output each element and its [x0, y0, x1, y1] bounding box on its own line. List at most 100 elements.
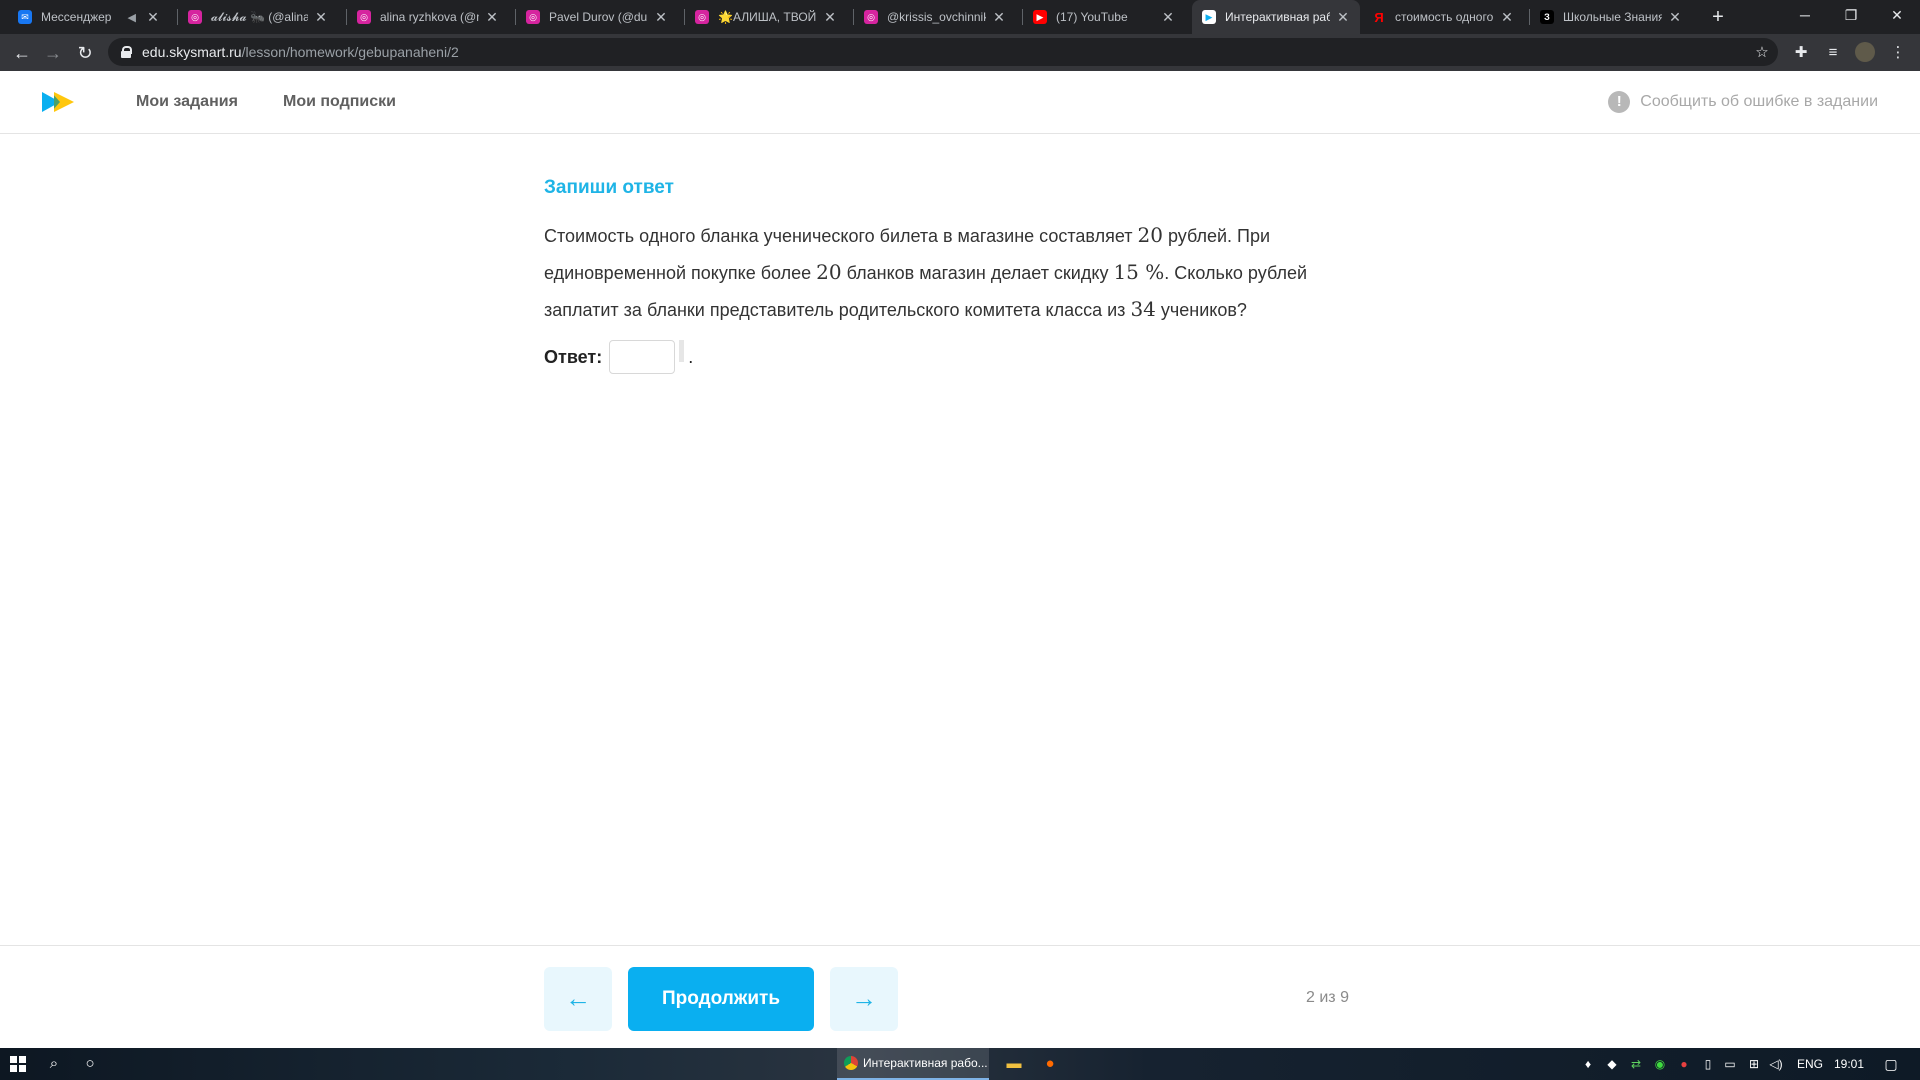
tab-youtube[interactable]: ▶ (17) YouTube ✕ — [1023, 0, 1185, 34]
tab-znania[interactable]: З Школьные Знания ✕ — [1530, 0, 1692, 34]
clock[interactable]: 19:01 — [1834, 1048, 1864, 1080]
browser-icon[interactable]: ● — [1036, 1048, 1064, 1080]
tray-status-icon[interactable]: ◉ — [1650, 1048, 1670, 1080]
close-tab-icon[interactable]: ✕ — [314, 9, 328, 26]
messenger-icon: ✉ — [18, 10, 32, 24]
tab-title: Школьные Знания — [1563, 10, 1662, 24]
extensions-icon[interactable]: ✚ — [1786, 38, 1816, 68]
address-bar[interactable]: edu.skysmart.ru/lesson/homework/gebupana… — [108, 38, 1778, 66]
url-host: edu.skysmart.ru — [142, 44, 242, 60]
close-tab-icon[interactable]: ✕ — [1336, 9, 1350, 26]
new-tab-button[interactable]: + — [1706, 5, 1730, 29]
prev-button[interactable]: ← — [544, 967, 612, 1031]
bookmark-star-icon[interactable]: ☆ — [1747, 38, 1777, 68]
youtube-icon: ▶ — [1033, 10, 1047, 24]
task-footer: ← Продолжить → 2 из 9 — [0, 945, 1920, 1048]
url-path: /lesson/homework/gebupanaheni/2 — [241, 44, 459, 60]
tab-instagram-3[interactable]: ◎ Pavel Durov (@duro ✕ — [516, 0, 678, 34]
close-tab-icon[interactable]: ✕ — [485, 9, 499, 26]
task-content: Запиши ответ Стоимость одного бланка уче… — [544, 177, 1384, 374]
exclamation-icon: ! — [1608, 91, 1631, 113]
wifi-icon[interactable]: ▭ — [1720, 1048, 1740, 1080]
restore-button[interactable]: ❐ — [1828, 0, 1874, 30]
next-button[interactable]: → — [830, 967, 898, 1031]
nav-my-subscriptions[interactable]: Мои подписки — [283, 93, 396, 111]
windows-taskbar: ⌕ ○ Интерактивная рабо... ▬ ● ♦ ◆ ⇄ ◉ ● … — [0, 1048, 1920, 1080]
tab-title: Мессенджер — [41, 10, 112, 24]
notifications-icon[interactable]: ▢ — [1876, 1048, 1906, 1080]
speaker-icon[interactable]: ◀ — [128, 11, 136, 24]
tab-title: 𝓪𝓵𝓲𝓼𝓱𝓪 🐜 (@alina — [211, 9, 308, 24]
close-tab-icon[interactable]: ✕ — [823, 9, 837, 26]
page: Мои задания Мои подписки ! Сообщить об о… — [0, 71, 1920, 1048]
profile-avatar[interactable] — [1855, 42, 1875, 62]
tab-title: alina ryzhkova (@m — [380, 10, 479, 24]
file-explorer-icon[interactable]: ▬ — [1000, 1048, 1028, 1080]
close-tab-icon[interactable]: ✕ — [992, 9, 1006, 26]
cortana-icon[interactable]: ○ — [76, 1048, 104, 1080]
report-error-label: Сообщить об ошибке в задании — [1640, 93, 1878, 110]
tray-network-icon[interactable]: ⇄ — [1626, 1048, 1646, 1080]
instagram-icon: ◎ — [188, 10, 202, 24]
tray-droplet-icon[interactable]: ♦ — [1578, 1048, 1598, 1080]
tab-title: Интерактивная раб — [1225, 10, 1330, 24]
tab-yandex[interactable]: Я стоимость одного ✕ — [1362, 0, 1524, 34]
tab-title: (17) YouTube — [1056, 10, 1128, 24]
media-control-icon[interactable]: ≡ — [1818, 38, 1848, 68]
close-tab-icon[interactable]: ✕ — [146, 9, 160, 26]
reload-button[interactable]: ↻ — [70, 38, 100, 68]
tab-instagram-1[interactable]: ◎ 𝓪𝓵𝓲𝓼𝓱𝓪 🐜 (@alina ✕ — [178, 0, 338, 34]
report-error-link[interactable]: ! Сообщить об ошибке в задании — [1608, 91, 1878, 113]
answer-input[interactable] — [609, 340, 676, 374]
windows-start-icon[interactable] — [10, 1056, 26, 1072]
skysmart-logo[interactable] — [40, 90, 76, 114]
answer-row: Ответ: . — [544, 340, 1384, 374]
back-button[interactable]: ← — [7, 38, 37, 68]
close-tab-icon[interactable]: ✕ — [1668, 9, 1682, 26]
volume-icon[interactable]: ◁) — [1766, 1048, 1786, 1080]
tab-messenger[interactable]: ✉ Мессенджер ◀ ✕ — [8, 0, 170, 34]
lock-icon[interactable] — [120, 46, 132, 58]
close-window-button[interactable]: ✕ — [1874, 0, 1920, 30]
task-text-part: Стоимость одного бланка ученического бил… — [544, 226, 1138, 246]
language-indicator[interactable]: ENG — [1797, 1048, 1823, 1080]
arrow-left-icon: ← — [565, 983, 591, 1013]
instagram-icon: ◎ — [357, 10, 371, 24]
nav-my-tasks[interactable]: Мои задания — [136, 93, 238, 111]
tab-skysmart-active[interactable]: ▶ Интерактивная раб ✕ — [1192, 0, 1360, 34]
task-number: 15 % — [1113, 260, 1165, 284]
skysmart-icon: ▶ — [1202, 10, 1216, 24]
tab-instagram-4[interactable]: ◎ 🌟АЛИША, ТВОЙ I ✕ — [685, 0, 847, 34]
forward-button[interactable]: → — [38, 38, 68, 68]
minimize-button[interactable]: ─ — [1782, 0, 1828, 30]
answer-input-handle — [679, 340, 685, 362]
search-icon[interactable]: ⌕ — [40, 1048, 68, 1080]
task-number: 20 — [1137, 223, 1163, 247]
tab-instagram-2[interactable]: ◎ alina ryzhkova (@m ✕ — [347, 0, 509, 34]
tab-title: @krissis_ovchinniko — [887, 10, 986, 24]
close-tab-icon[interactable]: ✕ — [1161, 9, 1175, 26]
task-text: Стоимость одного бланка ученического бил… — [544, 217, 1384, 328]
battery-icon[interactable]: ▯ — [1698, 1048, 1718, 1080]
task-text-part: учеников? — [1155, 300, 1247, 320]
tray-app-icon[interactable]: ● — [1674, 1048, 1694, 1080]
arrow-right-icon: → — [851, 983, 877, 1013]
tab-title: 🌟АЛИША, ТВОЙ I — [718, 10, 817, 24]
task-title: Запиши ответ — [544, 177, 674, 198]
instagram-icon: ◎ — [526, 10, 540, 24]
taskbar-chrome-app[interactable]: Интерактивная рабо... — [837, 1048, 989, 1080]
progress-counter: 2 из 9 — [1306, 989, 1349, 1006]
task-number: 34 — [1130, 297, 1156, 321]
close-tab-icon[interactable]: ✕ — [1500, 9, 1514, 26]
tray-diamond-icon[interactable]: ◆ — [1602, 1048, 1622, 1080]
instagram-icon: ◎ — [864, 10, 878, 24]
display-icon[interactable]: ⊞ — [1744, 1048, 1764, 1080]
browser-toolbar: ← → ↻ edu.skysmart.ru/lesson/homework/ge… — [0, 34, 1920, 71]
answer-suffix: . — [688, 346, 694, 367]
menu-icon[interactable]: ⋮ — [1883, 38, 1913, 68]
yandex-icon: Я — [1374, 9, 1384, 25]
instagram-icon: ◎ — [695, 10, 709, 24]
tab-instagram-5[interactable]: ◎ @krissis_ovchinniko ✕ — [854, 0, 1016, 34]
continue-button[interactable]: Продолжить — [628, 967, 814, 1031]
close-tab-icon[interactable]: ✕ — [654, 9, 668, 26]
